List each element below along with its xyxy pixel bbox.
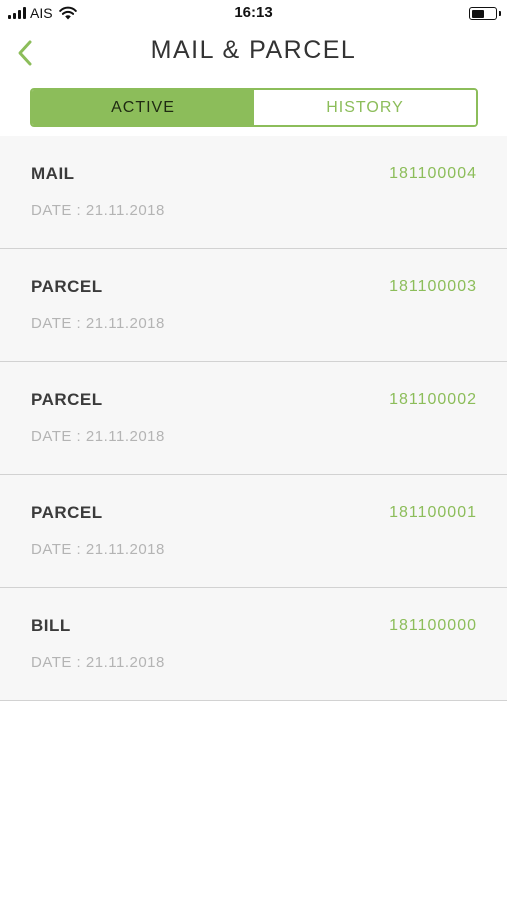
item-list: MAIL 181100004 DATE : 21.11.2018 PARCEL … bbox=[0, 136, 507, 701]
page-title: MAIL & PARCEL bbox=[150, 36, 357, 64]
list-item[interactable]: BILL 181100000 DATE : 21.11.2018 bbox=[0, 588, 507, 701]
item-number: 181100002 bbox=[389, 391, 477, 408]
list-item[interactable]: PARCEL 181100003 DATE : 21.11.2018 bbox=[0, 249, 507, 362]
list-item[interactable]: MAIL 181100004 DATE : 21.11.2018 bbox=[0, 136, 507, 249]
status-bar: AIS 16:13 bbox=[0, 0, 507, 28]
item-date: DATE : 21.11.2018 bbox=[31, 202, 165, 219]
item-type: PARCEL bbox=[31, 277, 103, 296]
battery-icon bbox=[469, 7, 501, 20]
item-date: DATE : 21.11.2018 bbox=[31, 315, 165, 332]
tab-history[interactable]: HISTORY bbox=[254, 90, 476, 125]
tab-active[interactable]: ACTIVE bbox=[32, 90, 254, 125]
item-number: 181100004 bbox=[389, 165, 477, 182]
item-type: MAIL bbox=[31, 164, 75, 183]
nav-bar: MAIL & PARCEL bbox=[0, 28, 507, 78]
mail-parcel-screen: AIS 16:13 MAIL & PARCEL ACTIVE HISTORY M bbox=[0, 0, 507, 900]
item-number: 181100003 bbox=[389, 278, 477, 295]
status-time: 16:13 bbox=[234, 4, 273, 21]
list-item[interactable]: PARCEL 181100002 DATE : 21.11.2018 bbox=[0, 362, 507, 475]
item-type: PARCEL bbox=[31, 503, 103, 522]
item-date: DATE : 21.11.2018 bbox=[31, 654, 165, 671]
segmented-control: ACTIVE HISTORY bbox=[30, 88, 478, 127]
item-type: BILL bbox=[31, 616, 71, 635]
item-date: DATE : 21.11.2018 bbox=[31, 428, 165, 445]
item-type: PARCEL bbox=[31, 390, 103, 409]
list-item[interactable]: PARCEL 181100001 DATE : 21.11.2018 bbox=[0, 475, 507, 588]
item-number: 181100000 bbox=[389, 617, 477, 634]
item-date: DATE : 21.11.2018 bbox=[31, 541, 165, 558]
item-number: 181100001 bbox=[389, 504, 477, 521]
